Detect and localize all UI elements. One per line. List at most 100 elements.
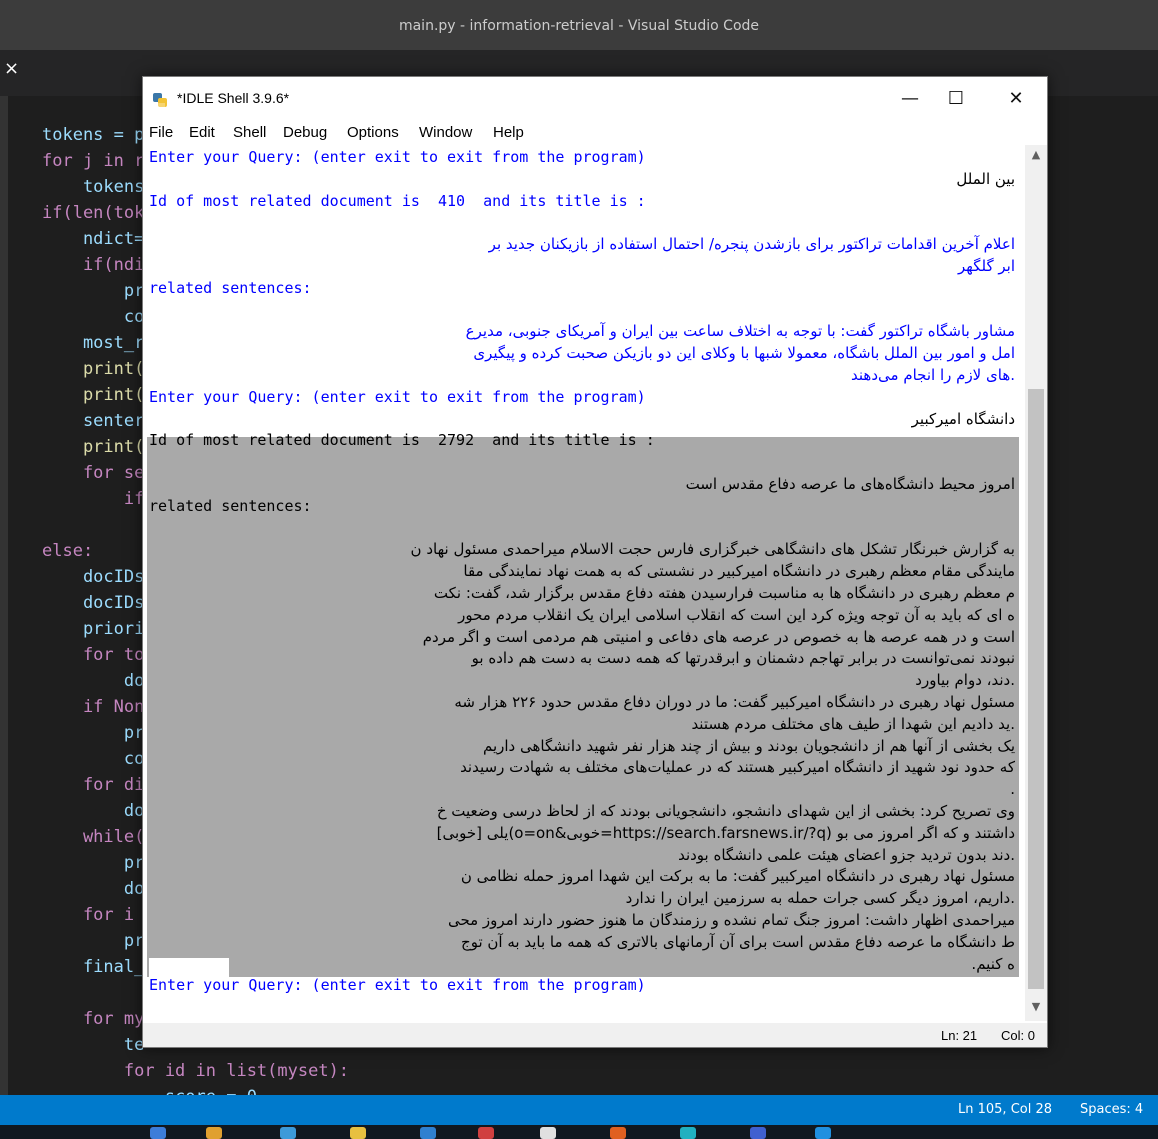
code-line: co xyxy=(42,749,145,769)
code-line: final_ xyxy=(42,957,145,977)
persian-text-line: وی تصریح کرد: بخشی از این شهدای دانشجو، … xyxy=(436,802,1015,820)
indentation-setting[interactable]: Spaces: 4 xyxy=(1080,1102,1143,1117)
code-line: for to xyxy=(42,645,145,665)
persian-text-line: م معظم رهبری در دانشگاه ها به مناسبت فرا… xyxy=(433,584,1015,602)
vertical-scrollbar[interactable]: ▲ ▼ xyxy=(1025,145,1047,1021)
taskbar-app-icon[interactable] xyxy=(815,1127,831,1139)
taskbar-app-icon[interactable] xyxy=(750,1127,766,1139)
taskbar-app-icon[interactable] xyxy=(420,1127,436,1139)
code-line: if Non xyxy=(42,697,145,717)
column-number: Col: 0 xyxy=(1001,1028,1035,1043)
code-line: pr xyxy=(42,853,145,873)
scroll-down-icon[interactable]: ▼ xyxy=(1025,997,1047,1017)
persian-text-line: میراحمدی اظهار داشت: امروز جنگ تمام نشده… xyxy=(447,911,1015,929)
text-cursor-area xyxy=(149,958,229,978)
cursor-position[interactable]: Ln 105, Col 28 xyxy=(958,1102,1052,1117)
taskbar-app-icon[interactable] xyxy=(478,1127,494,1139)
shell-line: Enter your Query: (enter exit to exit fr… xyxy=(149,148,646,166)
code-line: print( xyxy=(42,385,145,405)
scrollbar-thumb[interactable] xyxy=(1028,389,1044,989)
close-button[interactable]: ✕ xyxy=(993,85,1039,113)
code-line: print( xyxy=(42,359,145,379)
window-title: *IDLE Shell 3.9.6* xyxy=(177,90,290,106)
code-line: for di xyxy=(42,775,145,795)
persian-text-line: . xyxy=(1010,780,1015,798)
taskbar-app-icon[interactable] xyxy=(280,1127,296,1139)
menu-edit[interactable]: Edit xyxy=(189,124,215,141)
shell-line: Id of most related document is 2792 and … xyxy=(149,431,655,449)
code-line: for id in list(myset): xyxy=(42,1061,350,1081)
vscode-status-bar: Ln 105, Col 28 Spaces: 4 xyxy=(0,1095,1158,1125)
persian-text-line: بین الملل xyxy=(956,170,1015,188)
taskbar-app-icon[interactable] xyxy=(206,1127,222,1139)
code-line: pr xyxy=(42,931,145,951)
shell-line: related sentences: xyxy=(149,279,312,297)
idle-shell-window[interactable]: *IDLE Shell 3.9.6* — ☐ ✕ File Edit Shell… xyxy=(142,76,1048,1048)
persian-text-line: امل و امور بین الملل باشگاه، معمولا شبها… xyxy=(473,344,1015,362)
menu-debug[interactable]: Debug xyxy=(283,124,327,141)
persian-text-line: ه ای که باید به آن توجه ویژه کرد این است… xyxy=(458,606,1015,624)
idle-title-bar[interactable]: *IDLE Shell 3.9.6* — ☐ ✕ xyxy=(143,77,1047,121)
persian-text-line: امروز محیط دانشگاه‌های ما عرصه دفاع مقدس… xyxy=(685,475,1015,493)
taskbar-app-icon[interactable] xyxy=(540,1127,556,1139)
persian-text-line: داشتند و که اگر امروز می بو (https://sea… xyxy=(436,824,1015,842)
taskbar xyxy=(0,1125,1158,1139)
persian-text-line: .داریم، امروز دیگر کسی جرات حمله به سرزم… xyxy=(625,889,1015,907)
persian-text-line: مسئول نهاد رهبری در دانشگاه امیرکبیر گفت… xyxy=(460,867,1015,885)
menu-window[interactable]: Window xyxy=(419,124,472,141)
persian-text-line: مشاور باشگاه تراکتور گفت: با توجه به اخت… xyxy=(465,322,1015,340)
code-line: docIDs xyxy=(42,593,145,613)
taskbar-app-icon[interactable] xyxy=(680,1127,696,1139)
code-line: for se xyxy=(42,463,145,483)
persian-text-line: نبودند نمی‌توانست در برابر تهاجم دشمنان … xyxy=(471,649,1015,667)
code-line: if(ndi xyxy=(42,255,145,275)
code-line: do xyxy=(42,671,145,691)
menu-file[interactable]: File xyxy=(149,124,173,141)
persian-text-line: ابر گلگهر xyxy=(958,257,1015,275)
persian-text-line: یک بخشی از آنها هم از دانشجویان بودند و … xyxy=(482,737,1015,755)
code-line: do xyxy=(42,801,145,821)
shell-line: related sentences: xyxy=(149,497,312,515)
persian-text-line: .های لازم را انجام می‌دهند xyxy=(851,366,1015,384)
persian-text-line: ه کنیم. xyxy=(971,955,1015,973)
menu-help[interactable]: Help xyxy=(493,124,524,141)
code-line: tokens = p xyxy=(42,125,145,145)
vscode-activity-bar xyxy=(0,96,8,1096)
scroll-up-icon[interactable]: ▲ xyxy=(1025,145,1047,165)
code-line: tokens xyxy=(42,177,145,197)
persian-text-line: ط دانشگاه ما عرصه دفاع مقدس است برای آن … xyxy=(461,933,1015,951)
taskbar-app-icon[interactable] xyxy=(610,1127,626,1139)
python-icon xyxy=(153,93,167,107)
idle-status-bar: Ln: 21 Col: 0 xyxy=(143,1023,1047,1047)
persian-text-line: .ید دادیم این شهدا از طیف های مختلف مردم… xyxy=(691,715,1015,733)
code-line: most_r xyxy=(42,333,145,353)
persian-text-line: اعلام آخرین اقدامات تراکتور برای بازشدن … xyxy=(488,235,1015,253)
persian-text-line: مسئول نهاد رهبری در دانشگاه امیرکبیر گفت… xyxy=(454,693,1015,711)
persian-text-line: مایندگی مقام معظم رهبری در دانشگاه امیرک… xyxy=(463,562,1015,580)
persian-text-line: به گزارش خبرنگار تشکل های دانشگاهی خبرگز… xyxy=(410,540,1015,558)
code-line: senter xyxy=(42,411,145,431)
line-number: Ln: 21 xyxy=(941,1028,978,1043)
persian-text-line: .دند بدون تردید جزو اعضای هیئت علمی دانش… xyxy=(678,846,1015,864)
persian-text-line: .دند، دوام بیاورد xyxy=(915,671,1015,689)
taskbar-app-icon[interactable] xyxy=(350,1127,366,1139)
code-line: co xyxy=(42,307,145,327)
code-line: for i xyxy=(42,905,135,925)
code-line: priori xyxy=(42,619,145,639)
persian-text-line: است و در همه عرصه ها به خصوص در عرصه های… xyxy=(422,628,1015,646)
code-line: do xyxy=(42,879,145,899)
code-line: if(len(tok xyxy=(42,203,145,223)
persian-text-line: دانشگاه امیرکبیر xyxy=(911,410,1015,428)
code-line: if xyxy=(42,489,145,509)
minimize-button[interactable]: — xyxy=(887,85,933,113)
shell-output[interactable]: Enter your Query: (enter exit to exit fr… xyxy=(147,145,1019,1021)
close-icon[interactable]: × xyxy=(4,58,19,79)
shell-line: Id of most related document is 410 and i… xyxy=(149,192,646,210)
taskbar-app-icon[interactable] xyxy=(150,1127,166,1139)
code-line: docIDs xyxy=(42,567,145,587)
code-line: pr xyxy=(42,723,145,743)
menu-options[interactable]: Options xyxy=(347,124,399,141)
maximize-button[interactable]: ☐ xyxy=(933,85,979,113)
menu-shell[interactable]: Shell xyxy=(233,124,266,141)
code-line: te xyxy=(42,1035,145,1055)
